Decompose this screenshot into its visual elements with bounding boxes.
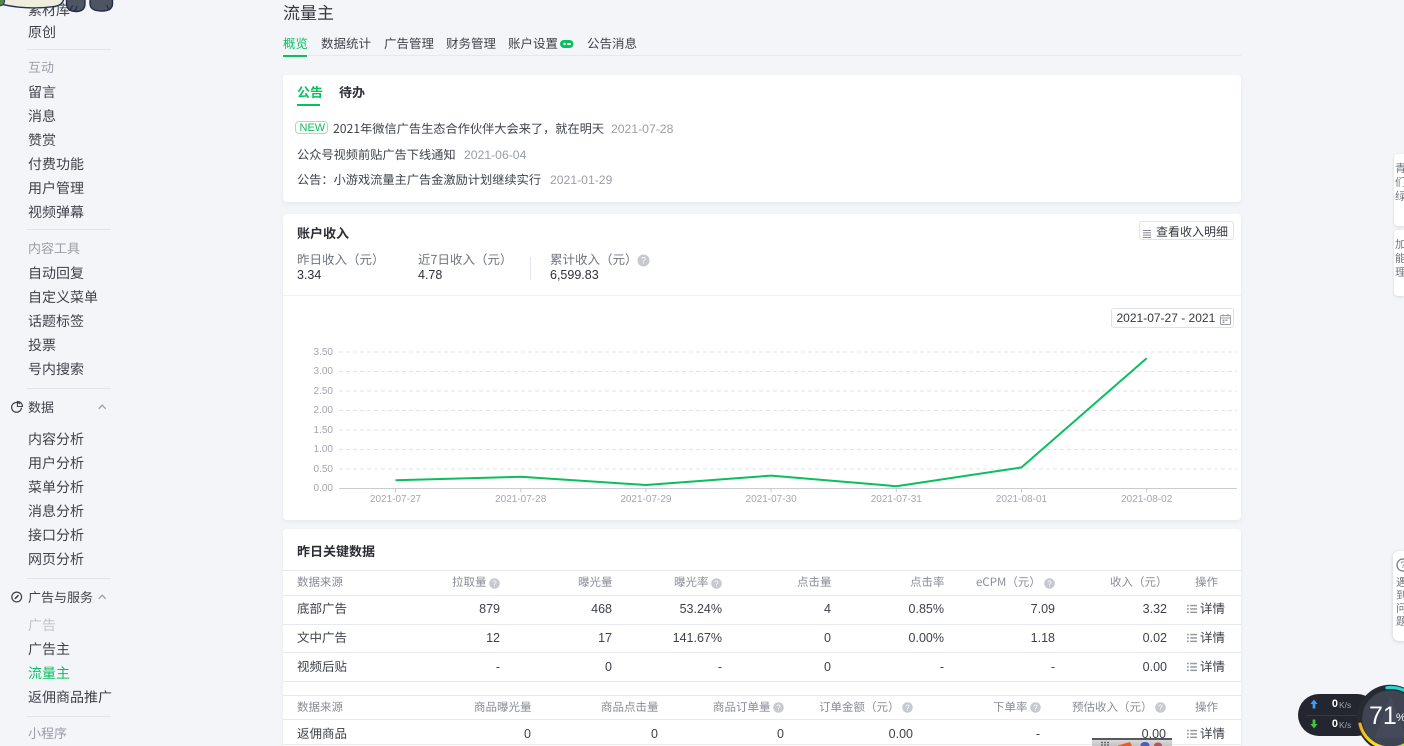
svg-text:?: ? (1158, 703, 1163, 712)
svg-text:?: ? (1400, 560, 1404, 570)
svg-text:?: ? (714, 579, 719, 588)
svg-text:?: ? (776, 703, 781, 712)
svg-text:?: ? (492, 579, 497, 588)
svg-text:?: ? (905, 703, 910, 712)
svg-text:?: ? (1047, 579, 1052, 588)
svg-text:?: ? (1033, 703, 1038, 712)
